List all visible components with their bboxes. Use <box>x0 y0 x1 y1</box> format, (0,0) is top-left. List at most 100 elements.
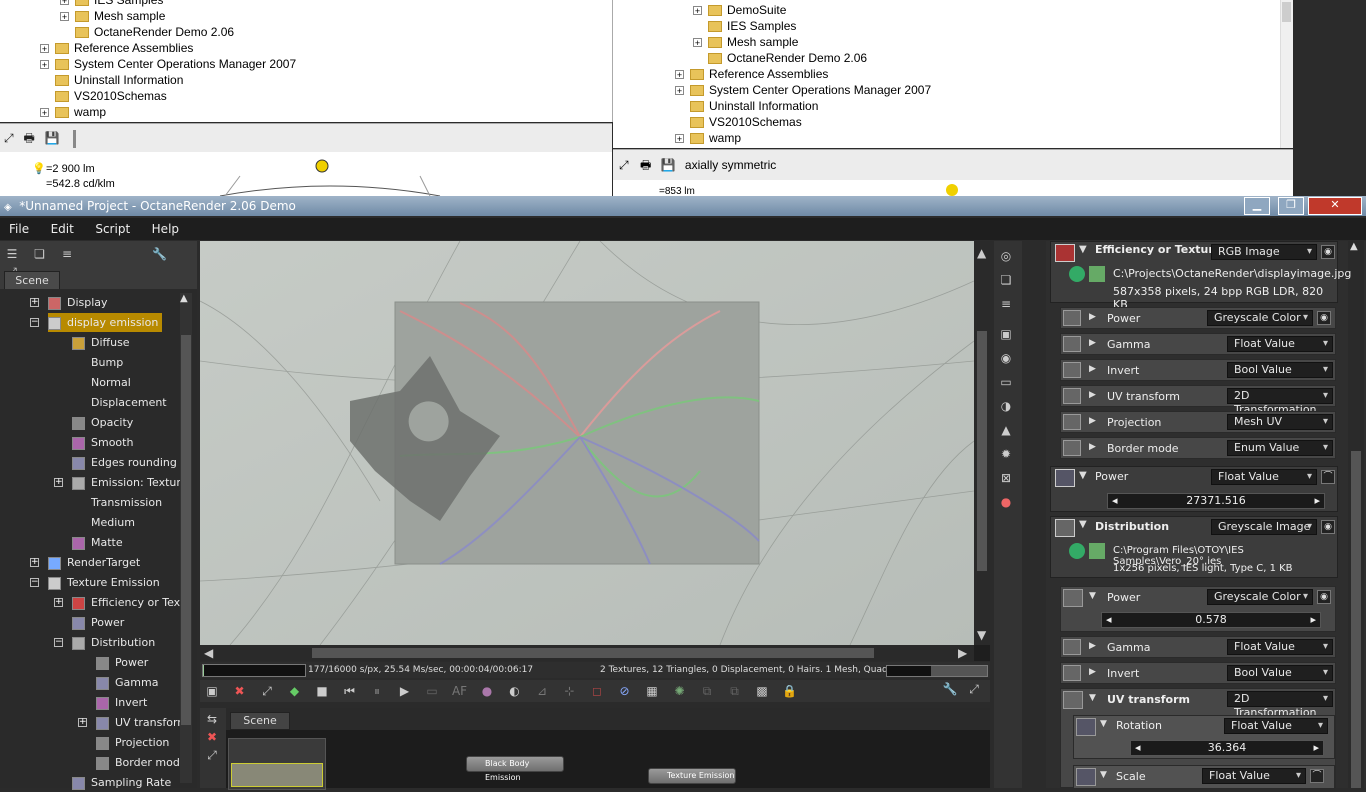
expand-icon[interactable]: + <box>54 598 63 607</box>
viewport-icon[interactable]: ▭ <box>423 682 441 700</box>
rotation-type-dropdown[interactable]: Float Value <box>1224 718 1328 734</box>
bg-left-folder-item[interactable]: VS2010Schemas <box>40 88 167 104</box>
outliner-item[interactable]: Diffuse <box>72 333 130 352</box>
eye-icon[interactable]: ◉ <box>1321 245 1335 259</box>
bg-right-folder-item[interactable]: + wamp <box>675 130 741 146</box>
expand-icon[interactable]: + <box>60 12 69 22</box>
menu-help[interactable]: Help <box>143 218 188 240</box>
param-type-dropdown[interactable]: Bool Value <box>1227 665 1333 681</box>
power-type-dropdown[interactable]: Float Value <box>1211 469 1317 485</box>
fullscreen-icon[interactable]: ⤢ <box>4 131 14 145</box>
checker-icon[interactable]: ▩ <box>753 682 771 700</box>
list-icon[interactable]: ≡ <box>997 295 1015 313</box>
expand-icon[interactable]: + <box>78 718 87 727</box>
expand-arrow-icon[interactable]: ▶ <box>1089 364 1096 374</box>
outliner-scrollbar[interactable]: ▲ <box>180 293 192 783</box>
eye-icon[interactable]: ◉ <box>1317 590 1331 604</box>
outliner-item[interactable]: Projection <box>96 733 169 752</box>
outliner-item[interactable]: Display <box>48 293 108 312</box>
expand-icon[interactable]: + <box>40 60 49 70</box>
reload-icon[interactable] <box>1069 266 1085 282</box>
expand-icon[interactable]: + <box>40 44 49 54</box>
restart-icon[interactable]: ⏮ <box>341 682 359 700</box>
node-texture-emission[interactable]: Texture Emission <box>648 768 736 784</box>
lock-icon[interactable]: 🔒 <box>781 682 799 700</box>
outliner-item[interactable]: RenderTarget <box>48 553 140 572</box>
load-icon[interactable] <box>1089 543 1105 559</box>
zoom-slider[interactable] <box>73 129 77 148</box>
graph-tree-icon[interactable]: ⇆ <box>203 710 221 728</box>
print-icon[interactable]: 🖶 <box>23 131 34 145</box>
stop-icon[interactable]: ■ <box>313 682 331 700</box>
focus-picker-icon[interactable]: ⊹ <box>561 682 579 700</box>
collapse-icon[interactable]: ▼ <box>1100 719 1107 729</box>
white-balance-icon[interactable]: ◻ <box>588 682 606 700</box>
list-icon[interactable]: ≡ <box>58 245 76 263</box>
graph-delete-icon[interactable]: ✖ <box>203 728 221 746</box>
collapse-icon[interactable]: ▼ <box>1079 244 1087 255</box>
expand-icon[interactable]: + <box>693 6 702 16</box>
copy-icon[interactable]: ⧉ <box>698 682 716 700</box>
expand-arrow-icon[interactable]: ▶ <box>1089 641 1096 651</box>
bg-right-folder-item[interactable]: + Mesh sample <box>693 34 798 50</box>
bg-right-folder-item[interactable]: + Reference Assemblies <box>675 66 828 82</box>
expand-icon[interactable]: + <box>675 70 684 80</box>
outliner-item[interactable]: Normal <box>72 373 131 392</box>
eye-icon[interactable]: ◉ <box>1317 311 1331 325</box>
image-icon[interactable]: ▣ <box>997 325 1015 343</box>
play-icon[interactable]: ▶ <box>396 682 414 700</box>
collapse-icon[interactable]: ▼ <box>1089 693 1096 703</box>
rotation-value-field[interactable]: ◂ 36.364 ▸ <box>1130 740 1324 756</box>
curve-icon[interactable]: ⌒ <box>1321 470 1335 484</box>
object-picker-icon[interactable]: ⊿ <box>533 682 551 700</box>
reload-icon[interactable] <box>1069 543 1085 559</box>
layers-icon[interactable]: ❏ <box>31 245 49 263</box>
camera2-icon[interactable]: ◉ <box>997 349 1015 367</box>
pause-icon[interactable]: ⏸ <box>368 682 386 700</box>
expand-arrow-icon[interactable]: ▶ <box>1089 338 1096 348</box>
menu-file[interactable]: File <box>0 218 38 240</box>
outliner-item[interactable]: Medium <box>72 513 135 532</box>
param-type-dropdown[interactable]: Float Value <box>1227 336 1333 352</box>
expand-icon[interactable]: − <box>30 578 39 587</box>
bg-right-folder-item[interactable]: OctaneRender Demo 2.06 <box>693 50 867 66</box>
menu-edit[interactable]: Edit <box>42 218 83 240</box>
outliner-item[interactable]: Opacity <box>72 413 133 432</box>
expand-icon[interactable]: + <box>693 38 702 48</box>
dist-power-value-field[interactable]: ◂ 0.578 ▸ <box>1101 612 1321 628</box>
sphere-icon[interactable]: ◑ <box>997 397 1015 415</box>
render-viewport[interactable]: ▲ ▼ ◀ ▶ <box>199 240 990 661</box>
maximize-button[interactable]: ❐ <box>1278 197 1304 215</box>
inspector-scrollbar[interactable]: ▲ <box>1348 241 1364 788</box>
param-type-dropdown[interactable]: Enum Value <box>1227 440 1333 456</box>
bg-right-folder-item[interactable]: IES Samples <box>693 18 796 34</box>
sun-icon[interactable]: ✹ <box>997 445 1015 463</box>
outliner-item[interactable]: display emission <box>48 313 163 332</box>
wrench-icon[interactable]: 🔧 <box>151 245 169 263</box>
param-type-dropdown[interactable]: 2D Transformation <box>1227 388 1333 416</box>
collapse-icon[interactable]: ▼ <box>1079 519 1087 530</box>
param-row[interactable]: ▶ Invert Bool Value <box>1060 662 1336 684</box>
expand-icon[interactable]: + <box>60 0 69 6</box>
outliner-item[interactable]: UV transform <box>96 713 188 732</box>
close-button[interactable]: ✕ <box>1308 197 1362 215</box>
region-icon[interactable]: ⤢ <box>258 682 276 700</box>
bg-left-folder-item[interactable]: + IES Samples <box>60 0 163 8</box>
expand-icon[interactable]: − <box>30 318 39 327</box>
outliner-item[interactable]: Matte <box>72 533 123 552</box>
monitor-icon[interactable]: ▭ <box>997 373 1015 391</box>
param-row[interactable]: ▶ Projection Mesh UV <box>1060 411 1336 433</box>
outliner-item[interactable]: Efficiency or Text <box>72 593 184 612</box>
color-picker-icon[interactable]: ● <box>478 682 496 700</box>
material-icon[interactable]: ● <box>997 493 1015 511</box>
param-type-dropdown[interactable]: Mesh UV <box>1227 414 1333 430</box>
graph-canvas[interactable]: Black Body Emission Texture Emission <box>226 730 990 790</box>
spinner-icon[interactable]: ✺ <box>671 682 689 700</box>
expand-icon[interactable]: + <box>30 298 39 307</box>
graph-tab[interactable]: Scene <box>230 712 290 730</box>
outliner-item[interactable]: Distribution <box>72 633 155 652</box>
efficiency-type-dropdown[interactable]: RGB Image <box>1211 244 1317 260</box>
alpha-icon[interactable]: ▦ <box>643 682 661 700</box>
render-wrench-icon[interactable]: 🔧 <box>941 680 959 698</box>
outliner-item[interactable]: Power <box>96 653 148 672</box>
